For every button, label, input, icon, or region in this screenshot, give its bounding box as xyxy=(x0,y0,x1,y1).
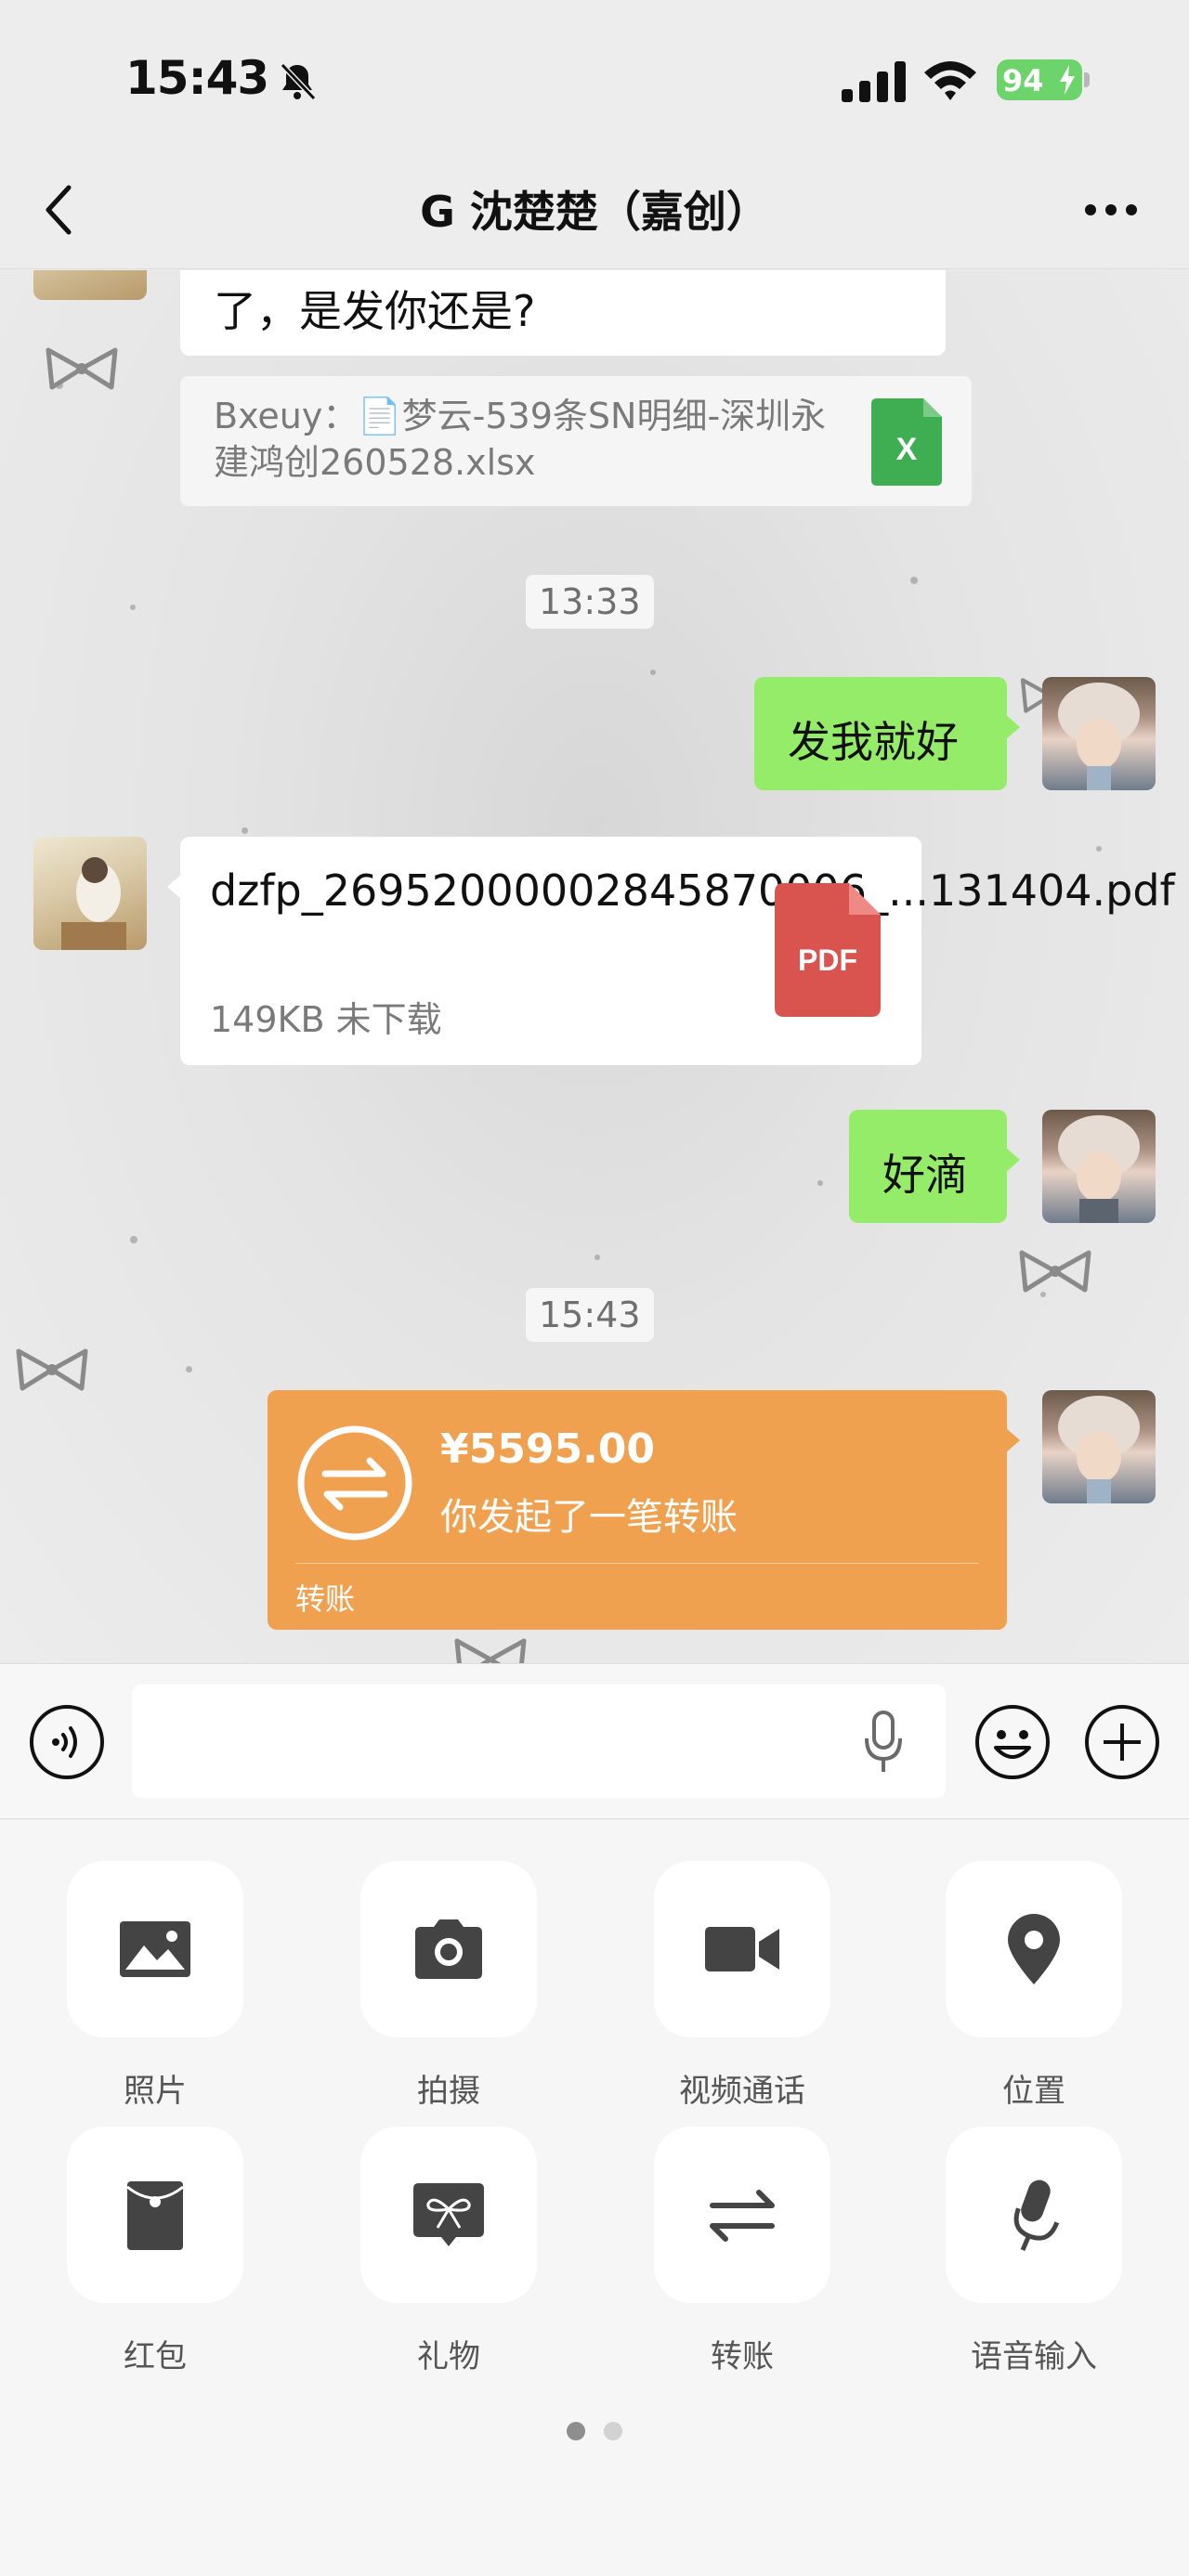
panel-tile[interactable] xyxy=(67,2127,243,2303)
wifi-icon xyxy=(924,61,976,100)
panel-tile[interactable] xyxy=(67,1861,243,2037)
file-name: dzfp_26952000002845870006_...131404.pdf xyxy=(210,865,1175,916)
panel-item-gift[interactable]: 礼物 xyxy=(360,2127,546,2387)
page-dot[interactable] xyxy=(604,2422,622,2440)
message-input[interactable] xyxy=(132,1685,946,1798)
panel-tile[interactable] xyxy=(360,1861,537,2037)
background-speckle xyxy=(910,577,918,584)
timestamp: 15:43 xyxy=(526,1288,654,1342)
background-speckle xyxy=(1096,846,1102,852)
timestamp: 13:33 xyxy=(526,575,654,629)
microphone-icon[interactable] xyxy=(862,1711,905,1776)
panel-item-video-call[interactable]: 视频通话 xyxy=(654,1861,840,2121)
panel-tile[interactable] xyxy=(654,1861,830,2037)
background-speckle xyxy=(242,827,248,834)
background-speckle xyxy=(130,1236,137,1243)
emoji-icon[interactable] xyxy=(973,1703,1052,1781)
more-options-icon[interactable] xyxy=(1083,201,1139,219)
voice-mode-icon[interactable] xyxy=(28,1703,106,1781)
transfer-icon xyxy=(710,2190,775,2242)
battery-indicator: 94 xyxy=(997,59,1082,100)
transfer-label: 转账 xyxy=(295,1581,356,1617)
excel-icon-label: X xyxy=(896,432,918,467)
transfer-amount: ¥5595.00 xyxy=(440,1425,656,1473)
bow-decoration-icon xyxy=(454,1638,527,1663)
quoted-file-message[interactable]: Bxeuy：📄梦云-539条SN明细-深圳永建鸿创260528.xlsx X xyxy=(180,376,972,506)
transfer-arrows-icon xyxy=(297,1425,412,1541)
message-text: 了，是发你还是? xyxy=(214,286,536,336)
pdf-icon-label: PDF xyxy=(798,943,857,977)
video-call-icon xyxy=(705,1927,779,1971)
panel-tile[interactable] xyxy=(946,1861,1122,2037)
file-size-status: 149KB 未下载 xyxy=(210,999,442,1040)
panel-tile[interactable] xyxy=(654,2127,830,2303)
bell-muted-icon xyxy=(280,62,317,101)
panel-label: 位置 xyxy=(1002,2073,1065,2110)
transfer-description: 你发起了一笔转账 xyxy=(440,1496,738,1539)
panel-tile[interactable] xyxy=(360,2127,537,2303)
chat-messages-area[interactable]: 了，是发你还是? Bxeuy：📄梦云-539条SN明细-深圳永建鸿创260528… xyxy=(0,270,1189,1663)
panel-label: 语音输入 xyxy=(971,2338,1097,2375)
page-indicator xyxy=(0,2422,1189,2440)
panel-label: 拍摄 xyxy=(417,2073,480,2110)
panel-item-transfer[interactable]: 转账 xyxy=(654,2127,840,2387)
panel-item-voice-input[interactable]: 语音输入 xyxy=(946,2127,1131,2387)
message-input-bar xyxy=(0,1663,1189,1819)
page-dot-active[interactable] xyxy=(567,2422,585,2440)
bow-decoration-icon xyxy=(16,1348,88,1391)
message-bubble-sent[interactable]: 发我就好 xyxy=(754,677,1020,790)
cellular-signal-icon xyxy=(842,61,906,102)
status-bar: 15:43 94 xyxy=(0,0,1189,158)
location-icon xyxy=(1008,1914,1060,1984)
function-panel: 照片 拍摄 视频通话 位置 红包 礼物 转账 语音输入 xyxy=(0,1820,1189,2576)
status-time: 15:43 xyxy=(125,51,269,105)
message-text: 发我就好 xyxy=(788,717,959,767)
my-avatar[interactable] xyxy=(1042,677,1156,790)
gift-icon xyxy=(413,2183,484,2246)
charging-bolt-icon xyxy=(1060,65,1075,95)
contact-avatar[interactable] xyxy=(33,837,147,950)
contact-avatar[interactable] xyxy=(33,270,147,300)
panel-label: 转账 xyxy=(711,2338,774,2375)
background-speckle xyxy=(130,605,136,610)
message-text: 好滴 xyxy=(882,1150,968,1200)
background-speckle xyxy=(594,1255,600,1260)
battery-level: 94 xyxy=(1002,63,1044,98)
transfer-divider xyxy=(295,1563,979,1564)
excel-file-icon: X xyxy=(871,398,942,486)
panel-item-camera[interactable]: 拍摄 xyxy=(360,1861,546,2121)
voice-input-icon xyxy=(1013,2179,1060,2251)
bow-decoration-icon xyxy=(1019,1250,1091,1293)
chat-title: G 沈楚楚（嘉创） xyxy=(420,187,769,237)
panel-label: 照片 xyxy=(124,2073,187,2110)
panel-label: 视频通话 xyxy=(679,2073,805,2110)
background-speckle xyxy=(186,1366,192,1373)
panel-label: 红包 xyxy=(124,2338,187,2375)
background-speckle xyxy=(650,670,656,675)
message-bubble-sent[interactable]: 好滴 xyxy=(849,1110,1020,1223)
camera-icon xyxy=(415,1919,482,1979)
background-speckle xyxy=(817,1180,823,1186)
panel-item-photo[interactable]: 照片 xyxy=(67,1861,253,2121)
my-avatar[interactable] xyxy=(1042,1390,1156,1503)
red-packet-icon xyxy=(126,2181,184,2250)
quoted-text: Bxeuy：📄梦云-539条SN明细-深圳永建鸿创260528.xlsx xyxy=(214,396,827,483)
photo-icon xyxy=(120,1921,190,1977)
battery-cap xyxy=(1084,72,1090,87)
panel-label: 礼物 xyxy=(417,2338,480,2375)
panel-item-red-packet[interactable]: 红包 xyxy=(67,2127,253,2387)
transfer-message-card[interactable]: ¥5595.00 你发起了一笔转账 转账 xyxy=(268,1390,1020,1630)
panel-tile[interactable] xyxy=(946,2127,1122,2303)
nav-bar: G 沈楚楚（嘉创） xyxy=(0,158,1189,269)
plus-icon[interactable] xyxy=(1083,1703,1161,1781)
file-message-bubble[interactable]: dzfp_26952000002845870006_...131404.pdf … xyxy=(167,837,1175,1065)
my-avatar[interactable] xyxy=(1042,1110,1156,1223)
message-bubble-received[interactable]: 了，是发你还是? xyxy=(180,270,946,356)
pdf-file-icon: PDF xyxy=(775,883,881,1017)
bow-decoration-icon xyxy=(46,347,118,390)
panel-item-location[interactable]: 位置 xyxy=(946,1861,1131,2121)
